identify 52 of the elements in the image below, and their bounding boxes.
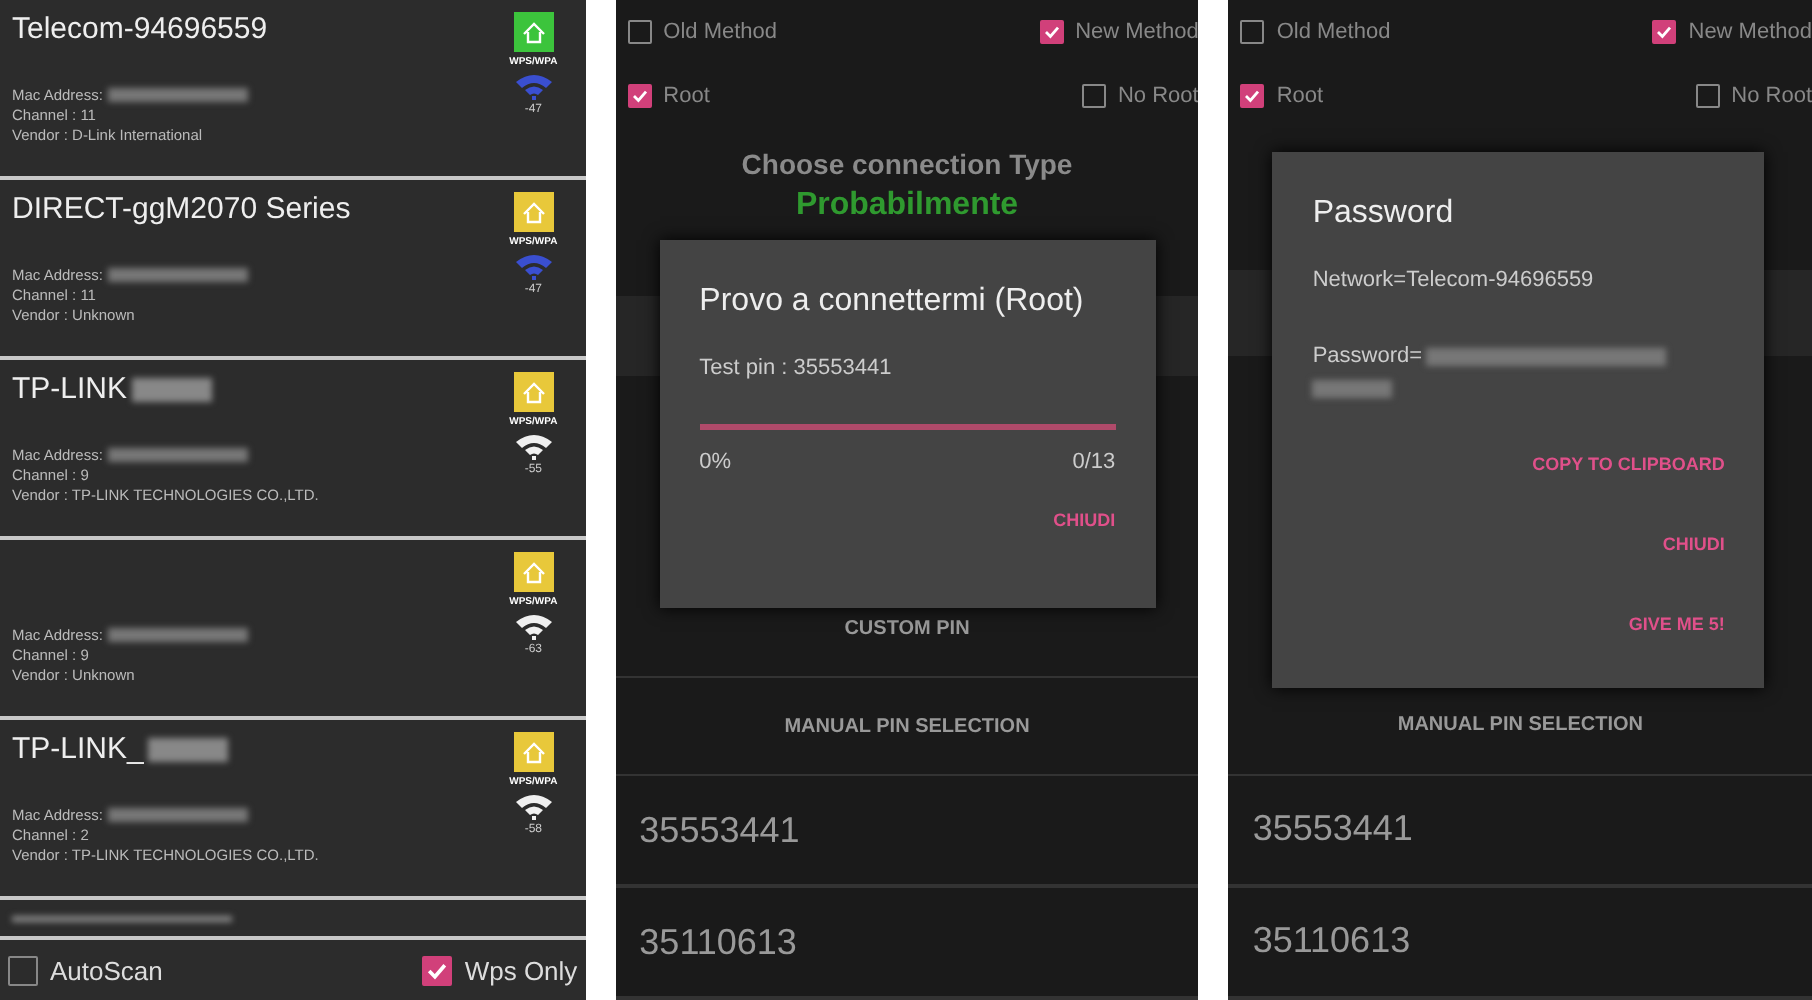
checkbox-option[interactable]: Root	[627, 84, 710, 108]
checkbox[interactable]	[1695, 84, 1720, 108]
checkbox-option[interactable]: New Method	[1652, 20, 1812, 44]
checkbox[interactable]	[8, 955, 38, 985]
checkbox-option[interactable]: Old Method	[627, 20, 778, 44]
check-icon	[629, 86, 650, 106]
check-icon	[1041, 22, 1062, 42]
checkbox[interactable]	[1652, 20, 1677, 44]
blurred-text	[108, 448, 249, 462]
checkbox[interactable]	[627, 20, 652, 44]
checkbox-option[interactable]: No Root	[1081, 84, 1199, 108]
checkbox[interactable]	[1039, 20, 1064, 44]
network-name: DIRECT-ggM2070 Series	[12, 192, 351, 226]
check-icon	[1654, 22, 1675, 42]
pin-item[interactable]: 35553441	[615, 776, 1199, 888]
network-text: Network=Telecom-94696559	[1312, 268, 1596, 292]
blurred-text	[1312, 380, 1393, 398]
blurred-text	[147, 738, 228, 762]
password-label: Password=	[1312, 344, 1423, 368]
network-name: TP-LINK_	[12, 732, 144, 766]
count-text: 0/13	[1072, 450, 1116, 474]
checkbox-option[interactable]: Wps Only	[422, 955, 578, 985]
manual-pin-button[interactable]: MANUAL PIN SELECTION	[1397, 714, 1643, 737]
checkbox-option[interactable]: No Root	[1695, 84, 1812, 108]
blurred-text	[131, 378, 212, 402]
checkbox-option[interactable]: Old Method	[1240, 20, 1391, 44]
network-name: TP-LINK	[12, 372, 128, 406]
test-pin-text: Test pin : 35553441	[699, 356, 894, 380]
status-text: Probabilmente	[793, 188, 1021, 224]
blurred-text	[108, 88, 249, 102]
dialog-title: Provo a connettermi (Root)	[699, 284, 1086, 320]
pin-item[interactable]: 35110613	[615, 888, 1199, 1000]
percent-text: 0%	[699, 450, 732, 474]
checkbox[interactable]	[422, 955, 453, 985]
pin-item[interactable]: 35110613	[1228, 887, 1812, 1000]
checkbox-option[interactable]: AutoScan	[8, 955, 163, 985]
checkbox[interactable]	[1081, 84, 1106, 108]
network-name: Telecom-94696559	[12, 12, 268, 46]
blurred-text	[108, 628, 249, 642]
blurred-text	[108, 268, 249, 282]
check-icon	[1242, 86, 1263, 106]
dialog-title: Password	[1312, 196, 1456, 232]
blurred-text	[108, 808, 249, 822]
custom-pin-button[interactable]: CUSTOM PIN	[844, 617, 970, 639]
manual-pin-button[interactable]: MANUAL PIN SELECTION	[784, 715, 1030, 737]
checkbox[interactable]	[627, 84, 652, 108]
checkbox[interactable]	[1240, 20, 1265, 44]
checkbox[interactable]	[1240, 84, 1265, 108]
section-heading: Choose connection Type	[739, 148, 1075, 180]
checkbox-option[interactable]: Root	[1240, 84, 1324, 108]
pin-item[interactable]: 35553441	[1228, 775, 1812, 888]
checkbox-option[interactable]: New Method	[1039, 20, 1199, 44]
